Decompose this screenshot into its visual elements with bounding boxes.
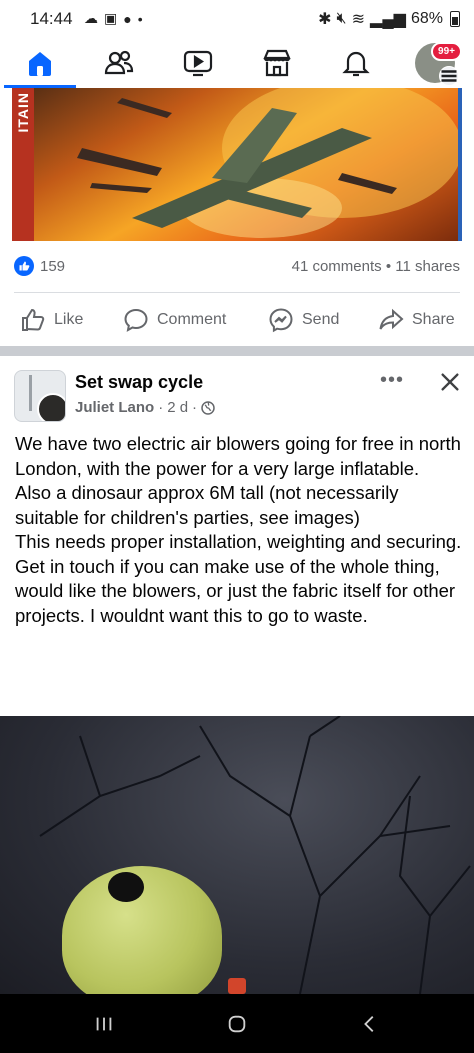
menu-hamburger-icon (438, 66, 459, 86)
group-avatar[interactable] (14, 370, 66, 422)
post-actions: Like Comment Send Share (0, 300, 474, 340)
feed-separator (0, 346, 474, 356)
comment-icon (124, 308, 148, 332)
post-text: We have two electric air blowers going f… (15, 432, 463, 628)
image-notification-icon: ▣ (104, 10, 118, 26)
tab-video[interactable] (158, 38, 237, 88)
video-icon (183, 50, 212, 77)
comment-label: Comment (157, 311, 227, 328)
group-name[interactable]: Set swap cycle (75, 372, 203, 393)
like-label: Like (54, 311, 84, 328)
system-navigation-bar (0, 994, 474, 1053)
group-avatar-image (29, 375, 32, 411)
aircraft-illustration (77, 88, 462, 238)
like-button[interactable]: Like (20, 300, 83, 340)
previous-post-image[interactable]: ITAIN (12, 88, 462, 241)
close-icon (441, 373, 459, 391)
mute-icon: 🔇︎ (336, 10, 347, 27)
inflatable-eye (108, 872, 144, 902)
bell-icon (341, 51, 370, 77)
post-paragraph: We have two electric air blowers going f… (15, 433, 461, 479)
status-right: ✱ 🔇︎ ≋ ▂▄▆ 68% (318, 9, 460, 29)
comments-shares-count[interactable]: 41 comments • 11 shares (292, 258, 460, 275)
globe-icon (201, 400, 215, 415)
author-avatar[interactable] (37, 393, 65, 421)
signal-icon: ▂▄▆ (370, 11, 406, 28)
home-circle-icon (228, 1015, 246, 1032)
send-button[interactable]: Send (268, 300, 339, 340)
wifi-icon: ≋ (351, 11, 366, 28)
comment-button[interactable]: Comment (123, 300, 226, 340)
post-meta: Juliet Lano · 2 d · (75, 399, 215, 416)
status-bar: 14:44 ☁ ▣ ● • ✱ 🔇︎ ≋ ▂▄▆ 68% (0, 0, 474, 38)
share-label: Share (412, 311, 455, 328)
recents-icon (96, 1017, 112, 1030)
battery-icon (450, 11, 460, 27)
notification-badge: 99+ (431, 42, 462, 61)
status-time: 14:44 (30, 9, 73, 28)
tab-menu[interactable]: 99+ (395, 38, 474, 88)
battery-level: 68% (410, 10, 443, 27)
divider (14, 292, 460, 293)
post-paragraph: Get in touch if you can make use of the … (15, 555, 456, 626)
meta-separator: · (192, 399, 198, 416)
author-name[interactable]: Juliet Lano (75, 399, 154, 416)
marketplace-icon (262, 49, 291, 77)
messenger-icon (269, 308, 293, 333)
reaction-count[interactable]: 159 (40, 258, 65, 275)
post-photo[interactable] (0, 716, 474, 994)
send-label: Send (302, 311, 340, 328)
bluetooth-icon: ✱ (318, 11, 332, 28)
home-button[interactable] (197, 994, 277, 1053)
tab-notifications[interactable] (316, 38, 395, 88)
tab-marketplace[interactable] (237, 38, 316, 88)
thumbs-up-icon (22, 308, 45, 331)
cloud-icon: ☁ (84, 10, 98, 26)
tab-home[interactable] (0, 38, 79, 88)
more-options-button[interactable]: ••• (380, 368, 404, 392)
recent-apps-button[interactable] (64, 994, 144, 1053)
hide-post-button[interactable] (436, 368, 464, 396)
status-notification-icons: ☁ ▣ ● • (84, 10, 143, 27)
back-button[interactable] (330, 994, 410, 1053)
share-icon (379, 308, 404, 330)
friends-icon (104, 50, 133, 75)
share-button[interactable]: Share (378, 300, 455, 340)
post-paragraph: Also a dinosaur approx 6M tall (not nece… (15, 482, 399, 528)
post-time[interactable]: 2 d (167, 399, 188, 416)
home-icon (28, 52, 51, 76)
tab-friends[interactable] (79, 38, 158, 88)
reactions-row: 159 41 comments • 11 shares (14, 254, 460, 282)
user-notification-icon: ● (123, 10, 132, 27)
top-navigation: 99+ (0, 38, 474, 88)
dot-icon: • (137, 10, 143, 27)
post-paragraph: This needs proper installation, weightin… (15, 531, 462, 552)
red-object (228, 978, 246, 994)
poster-right-edge (458, 88, 462, 241)
back-chevron-icon (364, 1015, 374, 1032)
meta-separator: · (158, 399, 164, 416)
like-reaction-icon[interactable] (14, 256, 34, 276)
